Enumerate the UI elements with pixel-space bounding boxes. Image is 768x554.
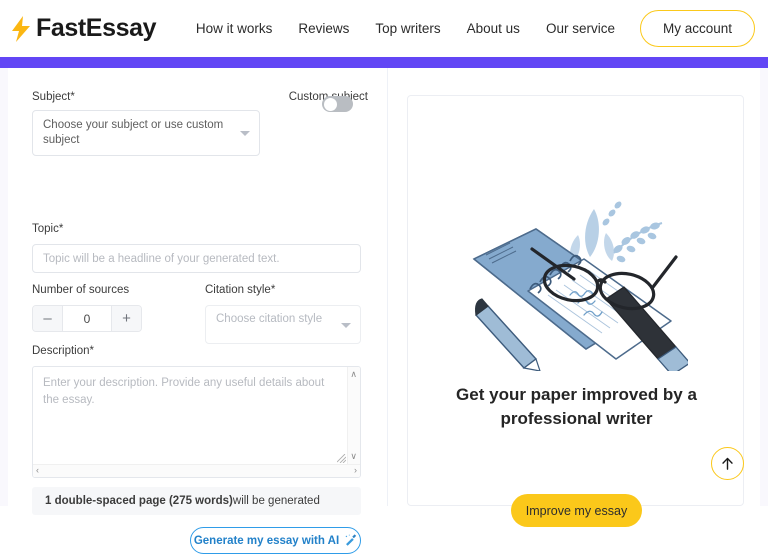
citation-field-group: Citation style* Choose citation style xyxy=(205,280,361,344)
custom-subject-toggle[interactable] xyxy=(322,96,353,112)
description-field-group: Description* Enter your description. Pro… xyxy=(32,341,361,478)
scroll-to-top-button[interactable] xyxy=(711,447,744,480)
subject-select-value: Choose your subject or use custom subjec… xyxy=(43,119,224,146)
scroll-left-arrow-icon[interactable]: ‹ xyxy=(36,466,39,475)
scroll-up-arrow-icon[interactable]: ∧ xyxy=(350,370,357,379)
page-count-rest: will be generated xyxy=(232,495,320,507)
site-header: FastEssay How it works Reviews Top write… xyxy=(0,0,768,57)
generate-essay-label: Generate my essay with AI xyxy=(193,534,340,547)
notepad-glasses-pen-illustration xyxy=(472,201,688,371)
logo[interactable]: FastEssay xyxy=(10,14,157,43)
topic-field-group: Topic* xyxy=(32,219,361,273)
description-placeholder: Enter your description. Provide any usef… xyxy=(43,377,325,406)
lightning-bolt-icon xyxy=(12,15,30,42)
topic-input[interactable] xyxy=(32,244,361,273)
sources-stepper: – 0 + xyxy=(32,305,142,332)
toggle-knob xyxy=(323,97,337,111)
chevron-down-icon xyxy=(341,322,351,328)
arrow-up-icon xyxy=(722,457,733,470)
nav-item-reviews[interactable]: Reviews xyxy=(285,21,362,36)
description-label: Description* xyxy=(32,345,94,357)
scroll-down-arrow-icon[interactable]: ∨ xyxy=(350,452,357,461)
promo-title: Get your paper improved by a professiona… xyxy=(456,385,697,428)
topic-label: Topic* xyxy=(32,223,64,235)
resize-grip-icon[interactable] xyxy=(337,454,346,463)
citation-select-value: Choose citation style xyxy=(216,313,323,325)
description-horizontal-scrollbar[interactable] xyxy=(33,464,360,477)
improve-my-essay-button[interactable]: Improve my essay xyxy=(511,494,642,527)
subject-label: Subject* xyxy=(32,91,75,103)
citation-label: Citation style* xyxy=(205,284,276,296)
description-textarea[interactable]: Enter your description. Provide any usef… xyxy=(32,366,361,478)
logo-text: FastEssay xyxy=(36,14,157,42)
nav-item-top-writers[interactable]: Top writers xyxy=(362,21,453,36)
main-nav: How it works Reviews Top writers About u… xyxy=(183,10,755,47)
essay-form-pane: Subject* Custom subject Choose your subj… xyxy=(8,68,388,554)
sources-field-group: Number of sources – 0 + xyxy=(32,280,142,332)
accent-bar xyxy=(0,57,768,68)
citation-style-select[interactable]: Choose citation style xyxy=(205,305,361,344)
sources-label: Number of sources xyxy=(32,284,130,296)
promo-pane: Get your paper improved by a professiona… xyxy=(388,68,760,527)
my-account-button[interactable]: My account xyxy=(639,10,755,47)
main-card: Subject* Custom subject Choose your subj… xyxy=(8,68,760,554)
nav-item-about-us[interactable]: About us xyxy=(454,21,533,36)
page-count-banner: 1 double-spaced page (275 words) will be… xyxy=(32,487,361,515)
sources-increment-button[interactable]: + xyxy=(111,306,141,331)
page-count-strong: 1 double-spaced page (275 words) xyxy=(45,495,233,507)
magic-wand-icon xyxy=(345,534,357,546)
generate-essay-button[interactable]: Generate my essay with AI xyxy=(190,527,361,554)
promo-card: Get your paper improved by a professiona… xyxy=(407,95,744,527)
scroll-right-arrow-icon[interactable]: › xyxy=(354,466,357,475)
nav-item-how-it-works[interactable]: How it works xyxy=(183,21,286,36)
sources-value[interactable]: 0 xyxy=(63,306,111,331)
sources-decrement-button[interactable]: – xyxy=(33,306,63,331)
nav-item-our-service[interactable]: Our service xyxy=(533,21,628,36)
chevron-down-icon xyxy=(240,131,250,136)
subject-select[interactable]: Choose your subject or use custom subjec… xyxy=(32,110,260,156)
